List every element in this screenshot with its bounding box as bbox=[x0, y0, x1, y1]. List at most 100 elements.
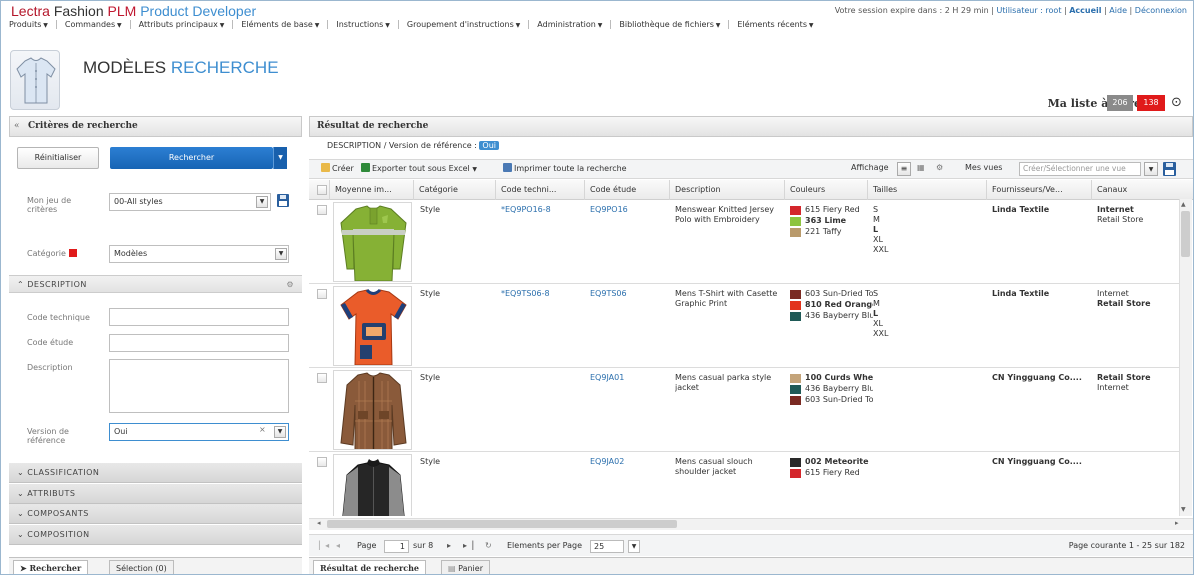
column-header[interactable]: Canaux bbox=[1091, 180, 1179, 200]
code-etude-input[interactable] bbox=[109, 334, 289, 352]
export-excel-button[interactable]: Exporter tout sous Excel ▼ bbox=[361, 163, 477, 173]
gear-icon[interactable]: ⚙ bbox=[286, 276, 294, 293]
column-header[interactable]: Moyenne im... bbox=[329, 180, 413, 200]
save-criteria-icon[interactable] bbox=[277, 194, 289, 207]
refresh-icon[interactable]: ↻ bbox=[485, 541, 492, 550]
cell-code-technique[interactable]: *EQ9PO16-8 bbox=[501, 205, 586, 215]
expand-circle-icon[interactable]: ⊙ bbox=[1171, 95, 1182, 110]
views-input[interactable]: Créer/Sélectionner une vue bbox=[1019, 162, 1141, 176]
per-page-select[interactable]: 25 bbox=[590, 540, 624, 553]
column-header[interactable]: Catégorie bbox=[413, 180, 495, 200]
todo-count-badge[interactable]: 206 bbox=[1107, 95, 1133, 111]
table-row[interactable]: Style EQ9JA02 Mens casual slouch shoulder … bbox=[309, 452, 1179, 516]
tab-results[interactable]: Résultat de recherche bbox=[313, 560, 426, 574]
garment-thumbnail[interactable] bbox=[333, 286, 412, 366]
row-checkbox[interactable] bbox=[317, 289, 327, 299]
cell-code-etude[interactable]: EQ9PO16 bbox=[590, 205, 670, 215]
grid-view-icon[interactable]: ▦ bbox=[917, 163, 925, 172]
menu-item[interactable]: Bibliothèque de fichiers ▼ bbox=[617, 20, 730, 29]
gear-icon[interactable]: ⚙ bbox=[936, 163, 943, 172]
prev-page-icon[interactable]: ◂ bbox=[336, 541, 340, 550]
section-classification-title: CLASSIFICATION bbox=[27, 468, 100, 477]
next-page-icon[interactable]: ▸ bbox=[447, 541, 451, 550]
table-row[interactable]: Style *EQ9PO16-8 EQ9PO16 Menswear Knitted J… bbox=[309, 200, 1179, 284]
filter-value-chip[interactable]: Oui bbox=[479, 141, 500, 150]
menu-item[interactable]: Groupement d'instructions ▼ bbox=[405, 20, 530, 29]
garment-thumbnail[interactable] bbox=[333, 370, 412, 450]
print-icon bbox=[503, 163, 512, 172]
list-view-icon[interactable]: ≡ bbox=[897, 162, 911, 176]
column-header[interactable]: Couleurs bbox=[784, 180, 867, 200]
section-attributs[interactable]: ⌄ ATTRIBUTS bbox=[9, 484, 302, 504]
vertical-scroll-thumb[interactable] bbox=[1181, 211, 1190, 257]
cell-code-etude[interactable]: EQ9JA01 bbox=[590, 373, 670, 383]
cell-code-etude[interactable]: EQ9JA02 bbox=[590, 457, 670, 467]
section-composition[interactable]: ⌄ COMPOSITION bbox=[9, 525, 302, 545]
tab-rechercher[interactable]: ➤ Rechercher bbox=[13, 560, 89, 574]
menu-item[interactable]: Eléments récents ▼ bbox=[735, 20, 821, 29]
cell-description: Mens casual parka style jacket bbox=[675, 373, 772, 392]
print-search-button[interactable]: Imprimer toute la recherche bbox=[503, 163, 627, 173]
table-row[interactable]: Style EQ9JA01 Mens casual parka style jack… bbox=[309, 368, 1179, 452]
chevron-down-icon[interactable]: ▼ bbox=[1144, 162, 1158, 176]
menu-item[interactable]: Commandes ▼ bbox=[63, 20, 131, 29]
menu-item[interactable]: Instructions ▼ bbox=[334, 20, 399, 29]
chevron-down-icon[interactable]: ▼ bbox=[274, 426, 286, 438]
column-header[interactable]: Code étude bbox=[584, 180, 669, 200]
search-button[interactable]: Rechercher bbox=[110, 147, 273, 169]
row-checkbox[interactable] bbox=[317, 457, 327, 467]
select-all-checkbox[interactable] bbox=[317, 185, 327, 195]
collapse-left-icon[interactable]: « bbox=[14, 117, 20, 136]
todo-alert-badge[interactable]: 138 bbox=[1137, 95, 1165, 111]
row-checkbox[interactable] bbox=[317, 373, 327, 383]
column-header[interactable]: Code techni... bbox=[495, 180, 584, 200]
scroll-down-icon[interactable]: ▼ bbox=[1181, 506, 1186, 513]
home-link[interactable]: Accueil bbox=[1069, 6, 1101, 15]
last-page-icon[interactable]: ▸▕ bbox=[463, 541, 473, 550]
menu-item[interactable]: Attributs principaux ▼ bbox=[137, 20, 234, 29]
horizontal-scroll-thumb[interactable] bbox=[327, 520, 677, 528]
scroll-up-icon[interactable]: ▲ bbox=[1181, 201, 1186, 208]
tab-cart-label: Panier bbox=[458, 564, 483, 573]
color-swatch bbox=[790, 217, 801, 226]
chevron-down-icon[interactable]: ▼ bbox=[628, 540, 640, 553]
menu-item[interactable]: Administration ▼ bbox=[535, 20, 612, 29]
menu-item[interactable]: Produits ▼ bbox=[9, 20, 57, 29]
page-number-input[interactable]: 1 bbox=[384, 540, 409, 553]
row-checkbox[interactable] bbox=[317, 205, 327, 215]
section-description-header[interactable]: ⌃ DESCRIPTION ⚙ bbox=[9, 275, 302, 293]
user-link[interactable]: Utilisateur : root bbox=[996, 6, 1061, 15]
section-classification[interactable]: ⌄ CLASSIFICATION bbox=[9, 463, 302, 483]
chevron-down-icon[interactable]: ▼ bbox=[256, 196, 268, 208]
cell-colors: 002 Meteorite 615 Fiery Red bbox=[790, 457, 873, 479]
help-link[interactable]: Aide bbox=[1109, 6, 1127, 15]
description-textarea[interactable] bbox=[109, 359, 289, 413]
scroll-right-icon[interactable]: ▸ bbox=[1175, 519, 1179, 527]
logout-link[interactable]: Déconnexion bbox=[1135, 6, 1187, 15]
create-button[interactable]: Créer bbox=[321, 163, 354, 173]
category-select[interactable]: Modèles bbox=[109, 245, 289, 263]
criteria-set-select[interactable]: 00-All styles bbox=[109, 193, 271, 211]
tab-selection[interactable]: Sélection (0) bbox=[109, 560, 174, 574]
chevron-down-icon: ▼ bbox=[713, 22, 721, 29]
column-header[interactable]: Description bbox=[669, 180, 784, 200]
reset-button[interactable]: Réinitialiser bbox=[17, 147, 99, 169]
table-row[interactable]: Style *EQ9TS06-8 EQ9TS06 Mens T-Shirt with … bbox=[309, 284, 1179, 368]
page-title-part2: RECHERCHE bbox=[170, 58, 279, 77]
cell-code-technique[interactable]: *EQ9TS06-8 bbox=[501, 289, 586, 299]
search-options-chevron-icon[interactable]: ▼ bbox=[273, 147, 287, 169]
save-view-icon[interactable] bbox=[1163, 162, 1176, 176]
first-page-icon[interactable]: ▏◂ bbox=[319, 541, 329, 550]
clear-x-icon[interactable]: × bbox=[259, 425, 266, 434]
code-technique-input[interactable] bbox=[109, 308, 289, 326]
chevron-down-icon[interactable]: ▼ bbox=[275, 248, 287, 260]
menu-item[interactable]: Eléments de base ▼ bbox=[239, 20, 329, 29]
tab-cart[interactable]: ▤ Panier bbox=[441, 560, 490, 574]
column-header[interactable]: Tailles bbox=[867, 180, 986, 200]
section-composants[interactable]: ⌄ COMPOSANTS bbox=[9, 504, 302, 524]
column-header[interactable]: Fournisseurs/Ve... bbox=[986, 180, 1091, 200]
cell-code-etude[interactable]: EQ9TS06 bbox=[590, 289, 670, 299]
garment-thumbnail[interactable] bbox=[333, 202, 412, 282]
garment-thumbnail[interactable] bbox=[333, 454, 412, 516]
scroll-left-icon[interactable]: ◂ bbox=[317, 519, 321, 527]
